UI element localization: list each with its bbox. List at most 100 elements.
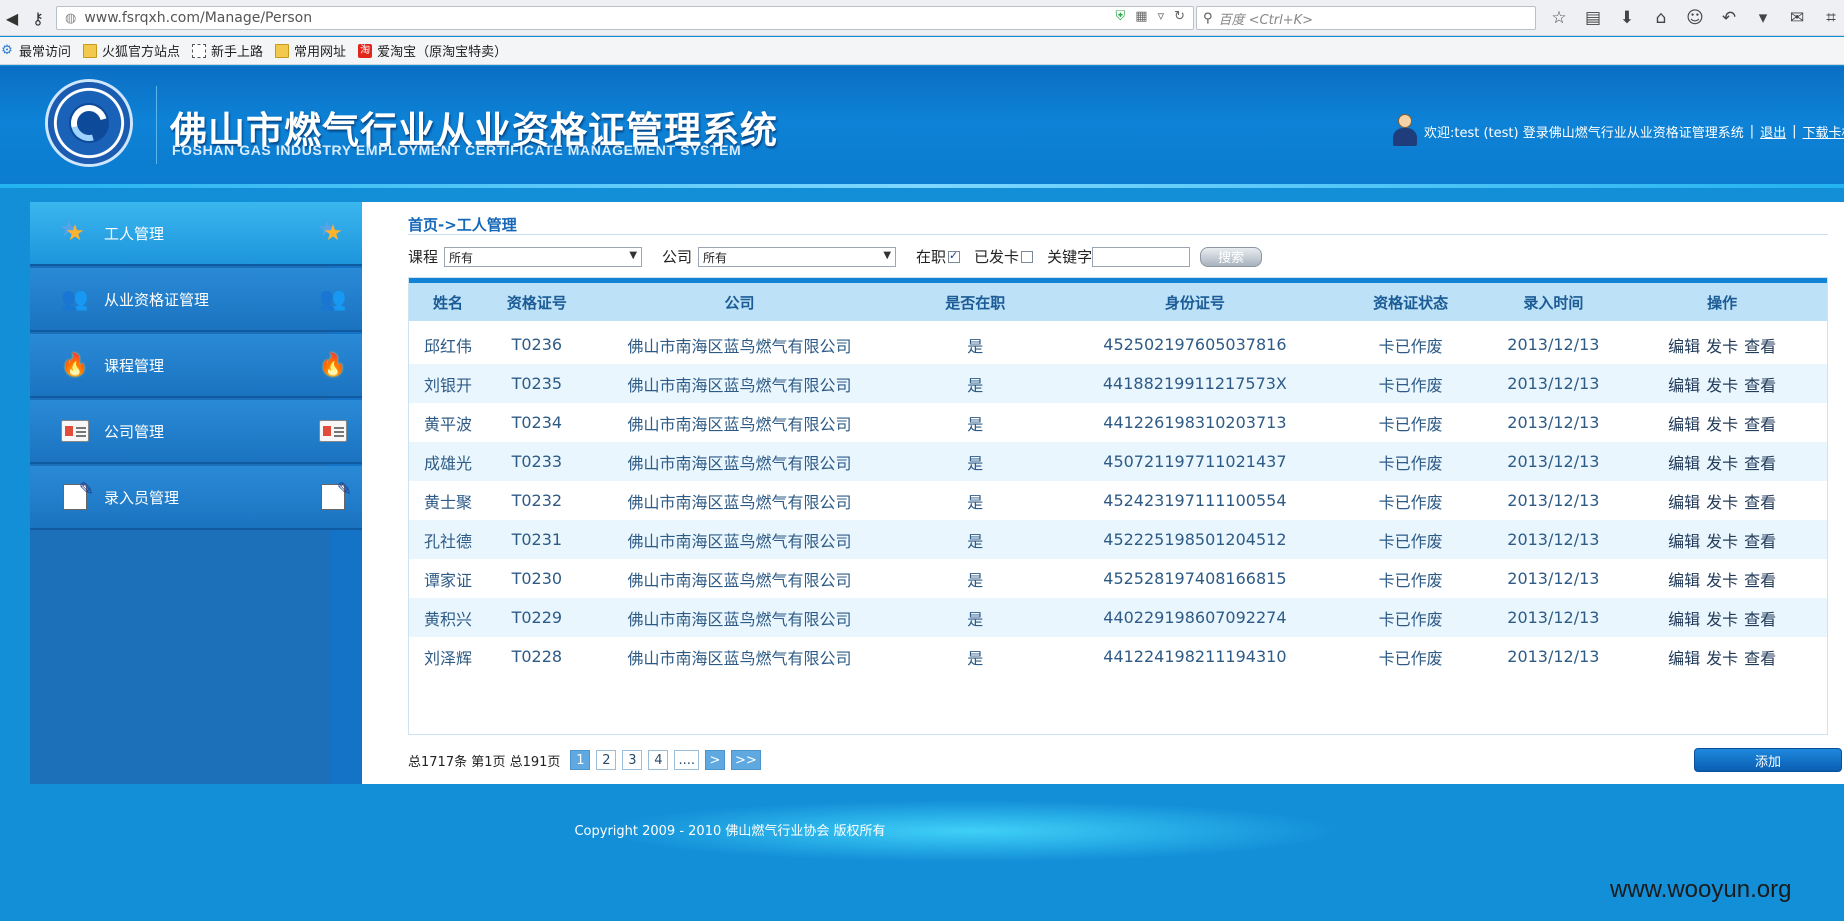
browser-search-input[interactable]: ⚲ 百度 <Ctrl+K> (1196, 6, 1536, 30)
card-issued-checkbox[interactable] (1021, 250, 1034, 263)
logo-divider (156, 86, 157, 164)
view-link[interactable]: 查看 (1744, 606, 1776, 630)
keyword-input[interactable] (1092, 246, 1191, 267)
issue-card-link[interactable]: 发卡 (1706, 411, 1738, 435)
add-button[interactable]: 添加 (1694, 748, 1842, 772)
cell-cert-status: 卡已作废 (1378, 414, 1443, 434)
edit-link[interactable]: 编辑 (1668, 333, 1700, 357)
issue-card-link[interactable]: 发卡 (1706, 333, 1738, 357)
copyright-text: Copyright 2009 - 2010 佛山燃气行业协会 版权所有 (574, 824, 886, 839)
issue-card-link[interactable]: 发卡 (1706, 645, 1738, 669)
bookmark-firefox-site[interactable]: 火狐官方站点 (83, 41, 180, 60)
course-select[interactable]: 所有 ▼ (444, 246, 643, 267)
edit-link[interactable]: 编辑 (1668, 567, 1700, 591)
cell-company: 佛山市南海区蓝鸟燃气有限公司 (627, 336, 852, 356)
edit-link[interactable]: 编辑 (1668, 606, 1700, 630)
sidebar-item-courses[interactable]: 🔥 课程管理 🔥 (30, 334, 362, 398)
cell-id-number: 441224198211194310 (1103, 647, 1287, 666)
page-button[interactable]: 2 (596, 750, 617, 770)
cell-id-number: 452502197605037816 (1103, 335, 1287, 354)
table-row: 孔社德 T0231 佛山市南海区蓝鸟燃气有限公司 是 45222519850120451… (409, 520, 1827, 559)
bookmark-most-visited[interactable]: ⚙ 最常访问 (0, 41, 71, 60)
cell-id-number: 452423197111100554 (1103, 491, 1287, 510)
qr-code-icon[interactable]: ▦ (1135, 9, 1147, 24)
edit-link[interactable]: 编辑 (1668, 645, 1700, 669)
cell-name: 黄士聚 (423, 492, 472, 512)
page-button[interactable]: 4 (648, 750, 669, 770)
edit-link[interactable]: 编辑 (1668, 411, 1700, 435)
edit-link[interactable]: 编辑 (1668, 450, 1700, 474)
bookmark-star-icon[interactable]: ☆ (1548, 6, 1570, 30)
view-link[interactable]: 查看 (1744, 333, 1776, 357)
menu-dropdown-icon[interactable]: ▾ (1752, 6, 1774, 30)
divider (408, 234, 1828, 235)
employed-label: 在职 (916, 248, 947, 266)
cell-cert-number: T0236 (511, 335, 563, 354)
issue-card-link[interactable]: 发卡 (1706, 372, 1738, 396)
breadcrumb[interactable]: 首页->工人管理 (408, 214, 517, 235)
back-arrow-icon[interactable]: ◀ (0, 6, 24, 30)
view-link[interactable]: 查看 (1744, 567, 1776, 591)
pagination-info: 总1717条 第1页 总191页 (408, 754, 561, 770)
comment-icon[interactable]: ✉ (1786, 6, 1808, 30)
bookmark-aitaobao[interactable]: 淘爱淘宝（原淘宝特卖） (358, 41, 507, 60)
sidebar-item-companies[interactable]: 公司管理 (30, 400, 362, 464)
issue-card-link[interactable]: 发卡 (1706, 489, 1738, 513)
page-button[interactable]: 3 (622, 750, 643, 770)
cell-name: 邱红伟 (423, 336, 472, 356)
edit-link[interactable]: 编辑 (1668, 528, 1700, 552)
download-driver-link[interactable]: 下载卡机驱 (1803, 122, 1844, 141)
dropdown-icon[interactable]: ▿ (1158, 9, 1165, 24)
issue-card-link[interactable]: 发卡 (1706, 606, 1738, 630)
reload-icon[interactable]: ↻ (1174, 9, 1185, 24)
association-logo (48, 82, 130, 164)
column-header: 资格证号 (506, 293, 567, 312)
chat-icon[interactable]: ☺ (1684, 6, 1706, 30)
employed-checkbox[interactable] (948, 249, 961, 263)
cell-cert-status: 卡已作废 (1378, 609, 1443, 629)
edit-link[interactable]: 编辑 (1668, 489, 1700, 513)
cell-name: 刘银开 (423, 375, 472, 395)
bookmark-getting-started[interactable]: 新手上路 (192, 41, 263, 60)
shield-icon[interactable]: ⛨ (1116, 9, 1126, 24)
table-row: 黄积兴 T0229 佛山市南海区蓝鸟燃气有限公司 是 44022919860709227… (409, 598, 1827, 637)
crop-icon[interactable]: ⌗ (1820, 6, 1842, 30)
next-page-button[interactable]: > (704, 750, 725, 770)
issue-card-link[interactable]: 发卡 (1706, 450, 1738, 474)
bookmark-common-sites[interactable]: 常用网址 (275, 41, 346, 60)
cell-id-number: 441226198310203713 (1103, 413, 1287, 432)
search-button[interactable]: 搜索 (1200, 246, 1263, 267)
view-link[interactable]: 查看 (1744, 489, 1776, 513)
key-icon[interactable]: ⚷ (26, 6, 50, 30)
view-link[interactable]: 查看 (1744, 411, 1776, 435)
edit-link[interactable]: 编辑 (1668, 372, 1700, 396)
divider: | (1792, 123, 1797, 139)
issue-card-link[interactable]: 发卡 (1706, 567, 1738, 591)
logout-link[interactable]: 退出 (1760, 122, 1786, 141)
view-link[interactable]: 查看 (1744, 645, 1776, 669)
sidebar-item-workers[interactable]: ★ 工人管理 ★ (30, 202, 362, 266)
home-icon[interactable]: ⌂ (1650, 6, 1672, 30)
reading-list-icon[interactable]: ▤ (1582, 6, 1604, 30)
sidebar-item-certificates[interactable]: 👥 从业资格证管理 👥 (30, 268, 362, 332)
issue-card-link[interactable]: 发卡 (1706, 528, 1738, 552)
address-bar[interactable]: ◍ www.fsrqxh.com/Manage/Person ⛨ ▦ ▿ ↻ (56, 6, 1194, 30)
view-link[interactable]: 查看 (1744, 528, 1776, 552)
last-page-button[interactable]: >> (730, 750, 761, 770)
undo-icon[interactable]: ↶ (1718, 6, 1740, 30)
cell-company: 佛山市南海区蓝鸟燃气有限公司 (627, 375, 852, 395)
company-select[interactable]: 所有 ▼ (698, 246, 897, 267)
view-link[interactable]: 查看 (1744, 372, 1776, 396)
cell-cert-number: T0228 (511, 647, 563, 666)
page-button[interactable]: 1 (570, 750, 591, 770)
view-link[interactable]: 查看 (1744, 450, 1776, 474)
cell-cert-status: 卡已作废 (1378, 570, 1443, 590)
sidebar-item-operators[interactable]: 录入员管理 (30, 466, 362, 530)
page-ellipsis-button[interactable]: .... (674, 750, 699, 770)
people-icon: 👥 (319, 286, 347, 312)
user-avatar-icon (1392, 114, 1418, 148)
folder-icon (83, 43, 98, 58)
table-row: 邱红伟 T0236 佛山市南海区蓝鸟燃气有限公司 是 45250219760503781… (409, 325, 1827, 364)
cell-company: 佛山市南海区蓝鸟燃气有限公司 (627, 492, 852, 512)
download-icon[interactable]: ⬇ (1616, 6, 1638, 30)
